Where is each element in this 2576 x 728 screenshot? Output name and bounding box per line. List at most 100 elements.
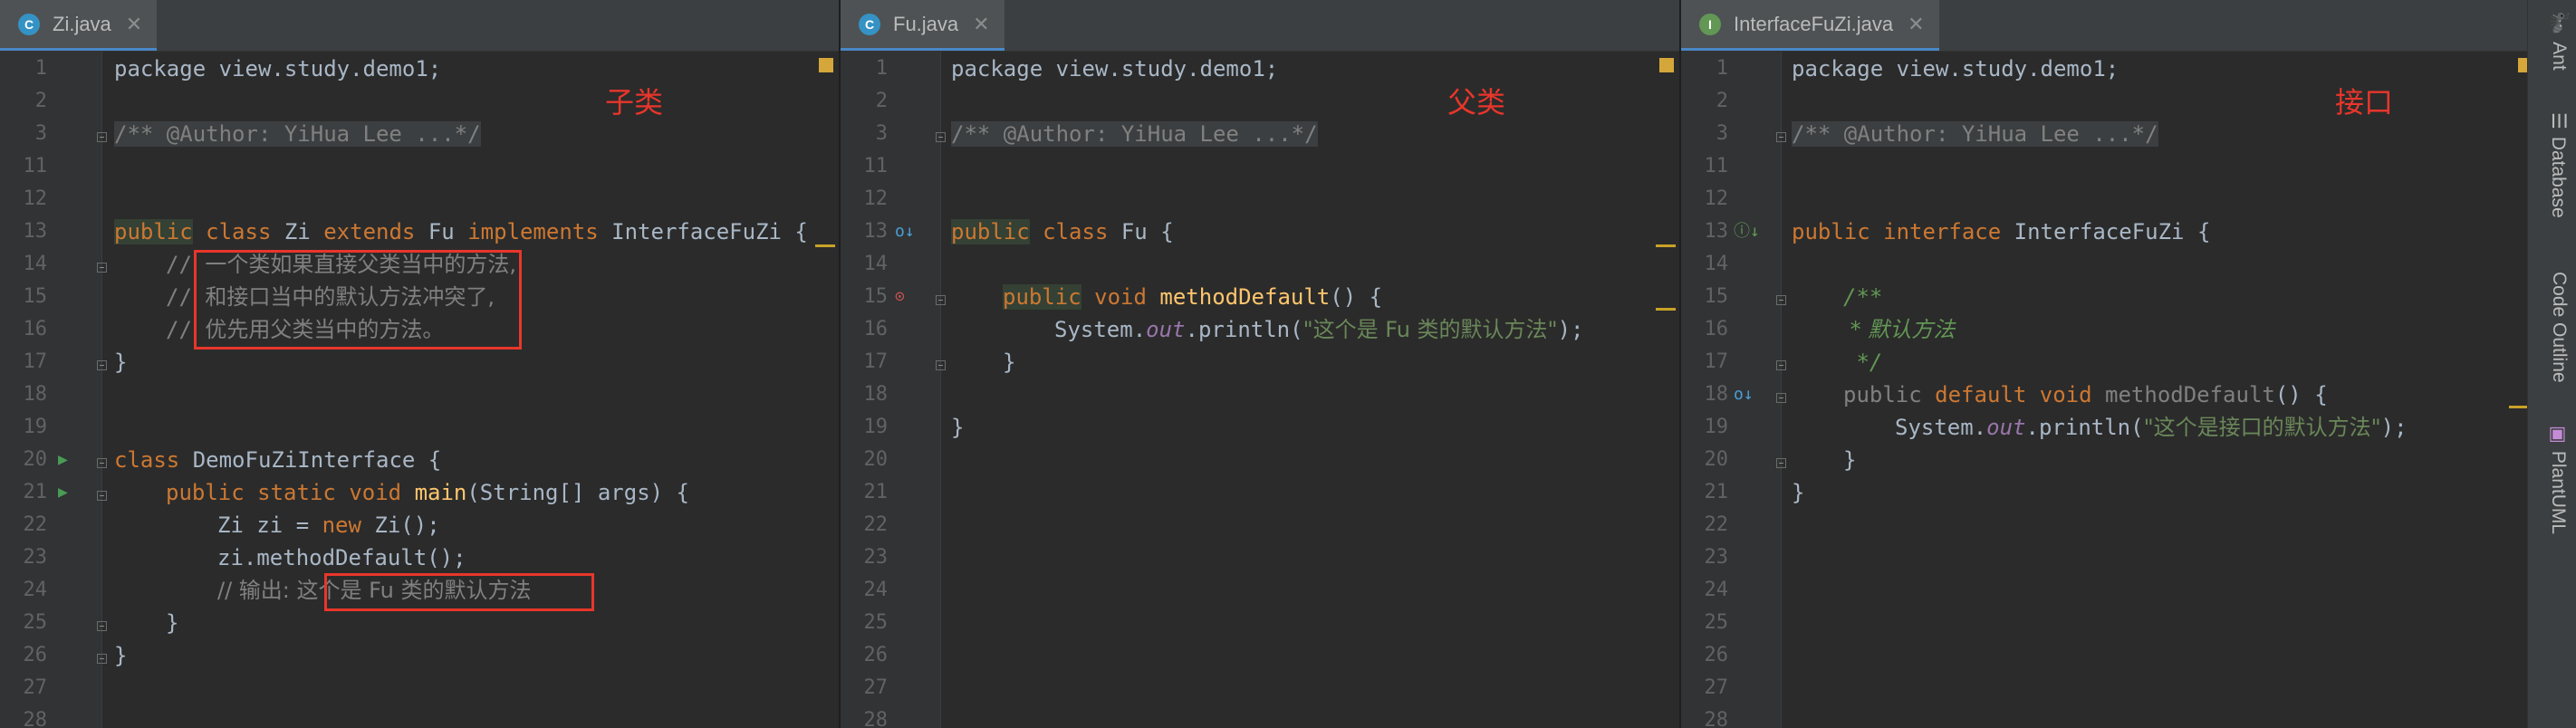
line-number: 16 [1704,318,1729,340]
error-stripe[interactable] [815,244,835,247]
close-icon[interactable]: ✕ [973,13,989,36]
run-icon[interactable]: ▶ [58,444,68,476]
java-class-icon: C [18,13,40,35]
code-line: } [114,350,128,375]
tab-interfacefuzi-java[interactable]: I InterfaceFuZi.java ✕ [1681,0,1939,51]
inspection-marker-icon[interactable] [2518,58,2527,72]
tab-zi-java[interactable]: C Zi.java ✕ [0,0,158,51]
tool-window-code-outline[interactable]: Code Outline [2548,272,2570,383]
fold-toggle-icon[interactable] [1776,393,1786,403]
fold-toggle-icon[interactable] [936,360,946,370]
code-line: System.out.println("这个是 Fu 类的默认方法"); [1054,313,1584,346]
line-number: 12 [1704,187,1729,210]
code-line: /** @Author: YiHua Lee ...*/ [1792,118,2158,150]
line-number: 21 [1704,481,1729,503]
fold-toggle-icon[interactable] [1776,458,1786,468]
code-line: } [114,643,128,668]
folded-comment[interactable]: /** @Author: YiHua Lee ...*/ [1792,121,2158,147]
inspection-marker-icon[interactable] [819,58,833,72]
line-number: 23 [1704,546,1729,569]
keyword: static [257,480,336,505]
comment-prefix: // 输出: [217,578,297,603]
tab-label: InterfaceFuZi.java [1734,12,1894,35]
code-line: * 默认方法 [1843,317,1956,342]
code-text: () { [2274,382,2328,407]
class-name: Zi [284,219,311,244]
fold-toggle-icon[interactable] [97,132,107,142]
fold-toggle-icon[interactable] [1776,360,1786,370]
line-number: 27 [1704,676,1729,699]
tab-fu-java[interactable]: C Fu.java ✕ [841,0,1004,51]
fold-toggle-icon[interactable] [97,654,107,664]
fold-toggle-icon[interactable] [936,295,946,305]
error-stripe[interactable] [1656,308,1676,311]
static-field: out [1986,415,2026,440]
fold-toggle-icon[interactable] [97,458,107,468]
line-number: 26 [1704,644,1729,666]
folded-comment[interactable]: /** @Author: YiHua Lee ...*/ [114,121,481,147]
java-interface-icon: I [1699,13,1721,35]
line-number: 28 [23,709,48,728]
implemented-method-icon[interactable]: o↓ [1734,378,1754,411]
line-number: 18 [863,383,889,406]
line-number: 13 [1704,220,1729,243]
line-number: 21 [863,481,889,503]
run-icon[interactable]: ▶ [58,476,68,509]
ant-icon: 🐜 [2549,11,2570,35]
folded-comment[interactable]: /** @Author: YiHua Lee ...*/ [951,121,1318,147]
editor-pane-zi: C Zi.java ✕ 1 2 3 11 12 13 14 15 16 17 1… [0,0,839,728]
error-stripe[interactable] [2509,406,2527,408]
fold-toggle-icon[interactable] [97,263,107,273]
code-line: } [1843,447,1857,473]
keyword: void [1094,284,1147,310]
inspection-marker-icon[interactable] [1659,58,1674,72]
tool-window-database[interactable]: ☰ Database [2547,112,2570,218]
line-number: 3 [34,122,47,145]
annotation-label: 接口 [2335,85,2394,120]
line-number: 15 [863,285,889,308]
code-line: } [166,610,179,636]
line-number: 20 [863,448,889,471]
right-tool-window-bar: 🐜 Ant ☰ Database Code Outline ▣ PlantUML [2527,0,2576,728]
type-name: Fu [428,219,455,244]
tool-window-label: Ant [2549,42,2570,71]
code-line: Zi zi = new Zi(); [217,509,440,541]
editor-tab-bar: C Zi.java ✕ [0,0,839,52]
method-name: main [414,480,467,505]
line-number: 20 [23,448,48,471]
error-stripe[interactable] [1656,244,1676,247]
overridden-method-icon[interactable]: o↓ [895,216,915,248]
fold-toggle-icon[interactable] [97,491,107,501]
line-number: 28 [1704,709,1729,728]
line-number: 27 [863,676,889,699]
line-number: 12 [23,187,48,210]
fold-toggle-icon[interactable] [97,621,107,631]
tool-window-plantuml[interactable]: ▣ PlantUML [2547,426,2570,534]
code-line: zi.methodDefault(); [217,545,466,570]
fold-toggle-icon[interactable] [1776,295,1786,305]
code-text: Zi(); [360,512,440,538]
close-icon[interactable]: ✕ [1908,13,1924,36]
fold-toggle-icon[interactable] [97,360,107,370]
tool-window-ant[interactable]: 🐜 Ant [2548,11,2570,71]
code-text: () { [1330,284,1383,310]
fold-toggle-icon[interactable] [936,132,946,142]
class-name: DemoFuZiInterface { [192,447,442,473]
implemented-interface-icon[interactable]: ⓘ↓ [1734,216,1760,248]
code-text: ); [1557,317,1584,342]
method-name: methodDefault [2105,382,2275,407]
line-number: 2 [875,90,888,112]
code-line: package view.study.demo1; [1792,56,2119,81]
code-line: package view.study.demo1; [951,56,1279,81]
fold-toggle-icon[interactable] [1776,132,1786,142]
line-number: 28 [863,709,889,728]
line-number: 21 [23,481,48,503]
overriding-method-icon[interactable]: ⊙ [895,281,905,313]
line-number: 13 [23,220,48,243]
keyword: public [951,219,1030,244]
interface-name: InterfaceFuZi { [2014,219,2211,244]
line-number: 14 [23,253,48,275]
close-icon[interactable]: ✕ [126,13,142,36]
line-number: 14 [863,253,889,275]
line-number: 17 [23,350,48,373]
